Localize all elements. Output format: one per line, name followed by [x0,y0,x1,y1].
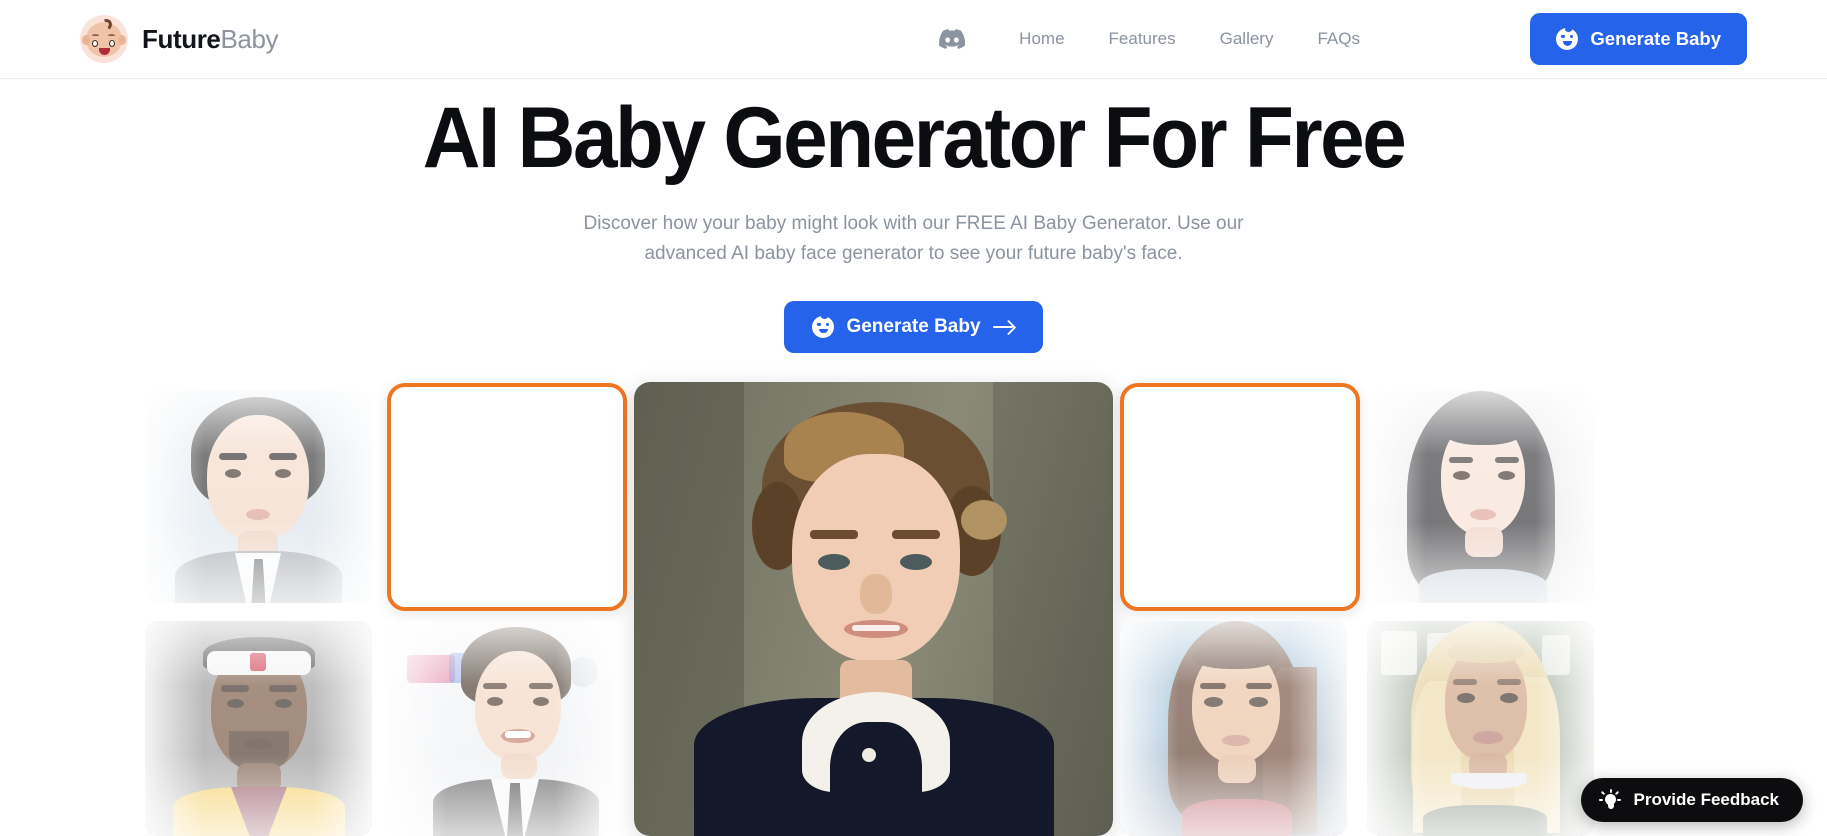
brand-name: FutureBaby [142,23,279,55]
gallery-item-parent-4[interactable] [1367,391,1594,603]
baby-face-logo-icon [80,15,128,63]
page-title: AI Baby Generator For Free [422,90,1407,186]
gallery-item-parent-2[interactable] [387,383,627,611]
gallery-item-parent-3[interactable] [1120,383,1360,611]
gallery-item-parent-7[interactable] [1120,621,1347,836]
gallery-item-photo [634,382,1113,836]
hero-subtitle: Discover how your baby might look with o… [583,212,1244,264]
gallery-item-photo [1120,621,1347,836]
baby-icon [812,314,835,338]
provide-feedback-button[interactable]: Provide Feedback [1581,778,1803,822]
page-root: FutureBaby Home Features Gallery FAQs Ge… [0,0,1827,836]
site-header: FutureBaby Home Features Gallery FAQs Ge… [0,0,1827,79]
brand-name-bold: Future [142,23,221,54]
header-generate-baby-label: Generate Baby [1590,28,1721,49]
gallery-item-photo [145,391,372,603]
header-generate-baby-button[interactable]: Generate Baby [1530,13,1747,65]
main-nav: Home Features Gallery FAQs [937,23,1382,55]
gallery-item-photo [387,621,614,836]
brand-name-light: Baby [220,23,279,54]
hero-generate-baby-button[interactable]: Generate Baby [784,300,1043,353]
brand-logo[interactable]: FutureBaby [80,15,279,63]
hero-generate-baby-label: Generate Baby [846,315,981,337]
hero-section: AI Baby Generator For Free Discover how … [0,79,1827,353]
gallery-item-parent-1[interactable] [145,391,372,603]
nav-item-gallery[interactable]: Gallery [1198,23,1296,55]
discord-icon[interactable] [937,24,967,54]
gallery-item-result[interactable] [634,382,1113,836]
arrow-right-icon [992,320,1015,334]
lightbulb-icon [1599,789,1622,811]
gallery-item-photo [1367,391,1594,603]
gallery-item-parent-5[interactable] [145,621,372,836]
nav-item-features[interactable]: Features [1087,23,1198,55]
gallery-item-photo [1367,621,1594,836]
gallery-item-parent-6[interactable] [387,621,614,836]
nav-item-faqs[interactable]: FAQs [1295,23,1382,55]
photo-gallery [145,382,1682,836]
provide-feedback-label: Provide Feedback [1633,790,1779,809]
gallery-item-photo [145,621,372,836]
gallery-item-parent-8[interactable] [1367,621,1594,836]
nav-item-home[interactable]: Home [997,23,1086,55]
baby-icon [1556,26,1579,50]
